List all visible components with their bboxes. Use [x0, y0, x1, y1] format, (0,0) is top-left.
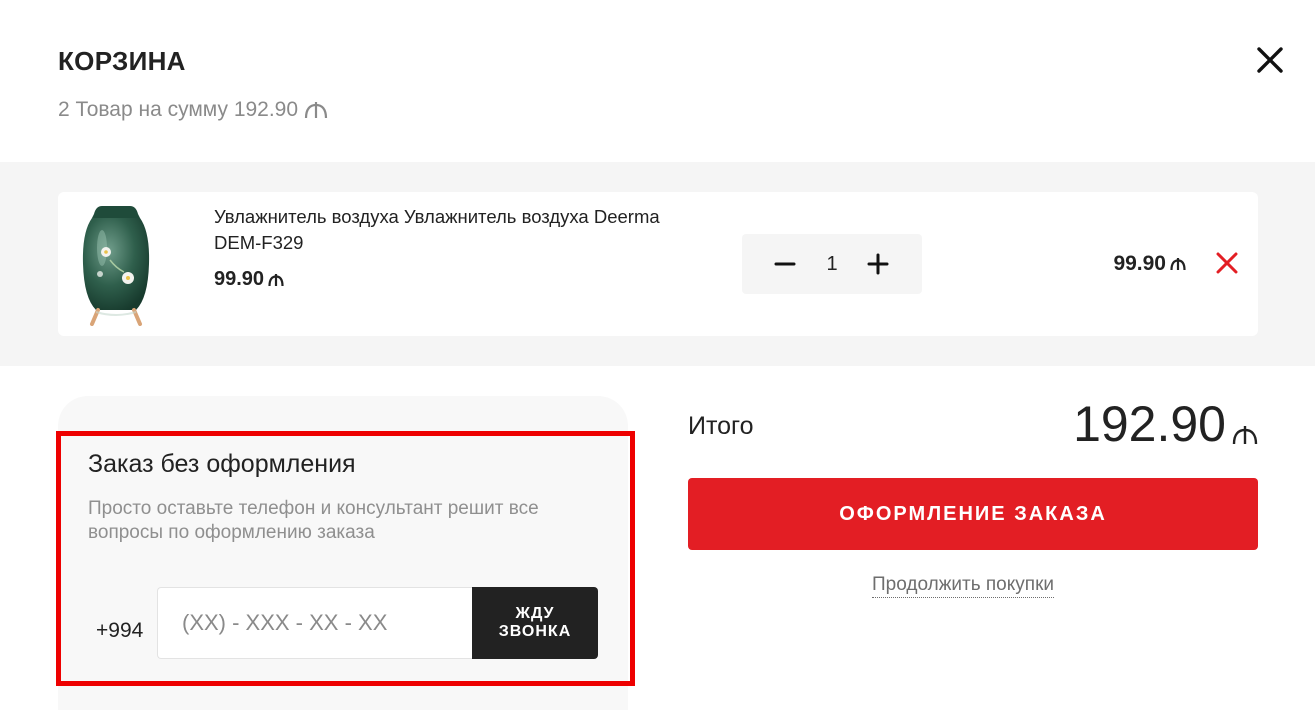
- total-label: Итого: [688, 412, 754, 440]
- callback-button[interactable]: ЖДУ ЗВОНКА: [472, 587, 598, 659]
- checkout-button[interactable]: ОФОРМЛЕНИЕ ЗАКАЗА: [688, 478, 1258, 550]
- cart-summary-line: 2 Товар на сумму 192.90: [58, 98, 328, 122]
- manat-icon: [1170, 258, 1186, 271]
- phone-prefix: +994: [96, 619, 144, 642]
- minus-icon[interactable]: [771, 250, 799, 278]
- product-price: 99.90: [214, 268, 284, 291]
- line-total: 99.90: [1078, 252, 1186, 276]
- quick-order-description: Просто оставьте телефон и консультант ре…: [88, 498, 539, 543]
- cart-title: КОРЗИНА: [58, 46, 186, 76]
- cart-header: КОРЗИНА 2 Товар на сумму 192.90: [0, 0, 1315, 162]
- quantity-value[interactable]: 1: [818, 253, 846, 276]
- product-name[interactable]: Увлажнитель воздуха Увлажнитель воздуха …: [214, 204, 674, 256]
- product-price-value: 99.90: [214, 268, 265, 290]
- cart-item: Увлажнитель воздуха Увлажнитель воздуха …: [58, 192, 1258, 336]
- product-image[interactable]: [80, 202, 152, 326]
- cart-items-area: Увлажнитель воздуха Увлажнитель воздуха …: [0, 162, 1315, 366]
- cart-summary-text: 2 Товар на сумму 192.90: [58, 98, 299, 121]
- total-value: 192.90: [1073, 396, 1226, 452]
- continue-shopping-link[interactable]: Продолжить покупки: [872, 574, 1054, 598]
- remove-item-icon[interactable]: [1214, 250, 1240, 276]
- close-icon[interactable]: [1252, 42, 1288, 78]
- manat-icon: [268, 273, 284, 286]
- quick-order-panel: [58, 396, 628, 710]
- manat-icon: [304, 102, 328, 119]
- manat-icon: [1232, 426, 1258, 445]
- line-total-value: 99.90: [1113, 252, 1166, 275]
- total-amount: 192.90: [1000, 396, 1258, 452]
- phone-input[interactable]: [157, 587, 473, 659]
- quick-order-title: Заказ без оформления: [88, 450, 356, 478]
- quantity-stepper: 1: [742, 234, 922, 294]
- plus-icon[interactable]: [864, 250, 892, 278]
